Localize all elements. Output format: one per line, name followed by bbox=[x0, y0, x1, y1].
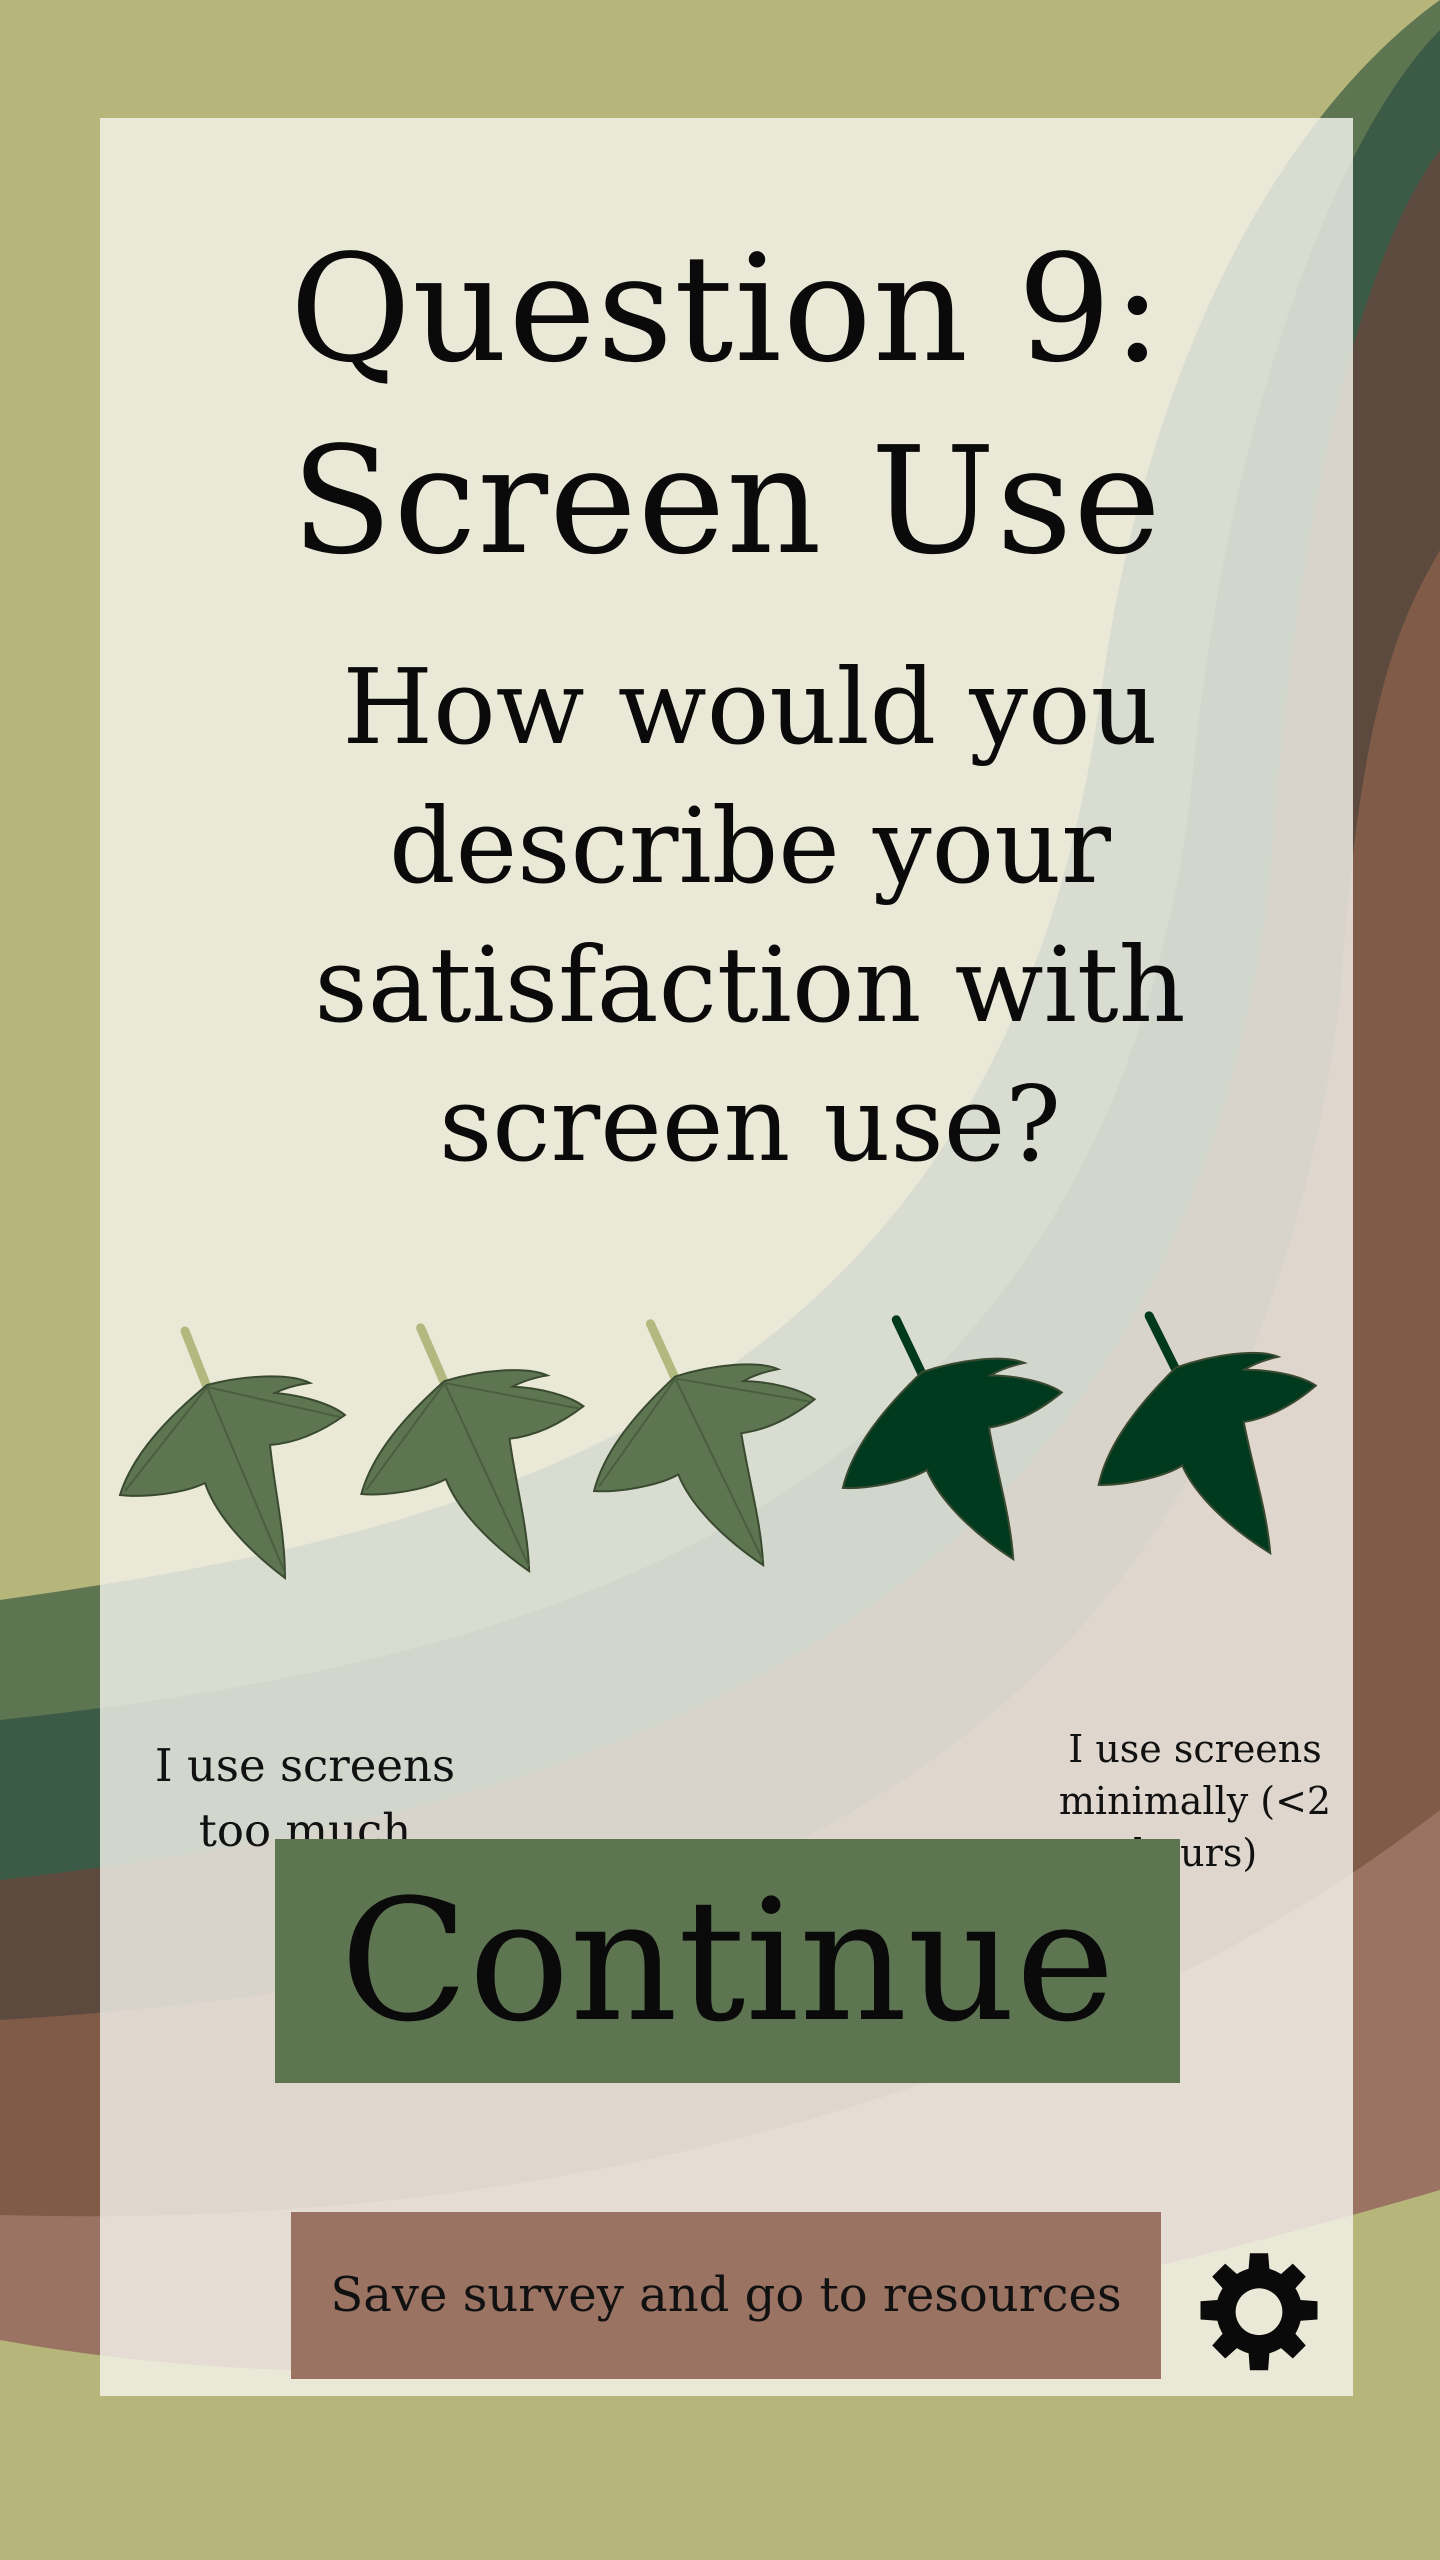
question-line: How would you bbox=[342, 646, 1158, 768]
rating-label-line: I use screens bbox=[1068, 1727, 1322, 1771]
question-line: screen use? bbox=[438, 1063, 1062, 1185]
maple-leaf-icon[interactable] bbox=[1079, 1293, 1342, 1583]
title-line: Screen Use bbox=[291, 415, 1162, 587]
page-title: Question 9: Screen Use bbox=[100, 213, 1353, 597]
rating-label-line: I use screens bbox=[154, 1739, 456, 1792]
maple-leaf-icon[interactable] bbox=[826, 1300, 1084, 1586]
continue-button[interactable]: Continue bbox=[275, 1839, 1180, 2083]
maple-leaf-icon[interactable] bbox=[115, 1323, 355, 1593]
maple-leaf-icon[interactable] bbox=[580, 1307, 834, 1589]
save-and-resources-button[interactable]: Save survey and go to resources bbox=[291, 2212, 1161, 2379]
gear-icon[interactable] bbox=[1194, 2248, 1324, 2378]
question-line: describe your bbox=[389, 785, 1111, 907]
maple-leaf-icon[interactable] bbox=[350, 1314, 599, 1592]
survey-card: Question 9: Screen Use How would you des… bbox=[100, 118, 1353, 2396]
rating-label-line: minimally (<2 bbox=[1058, 1779, 1332, 1823]
title-line: Question 9: bbox=[289, 223, 1164, 395]
question-line: satisfaction with bbox=[314, 924, 1186, 1046]
question-text: How would you describe your satisfaction… bbox=[250, 638, 1250, 1194]
